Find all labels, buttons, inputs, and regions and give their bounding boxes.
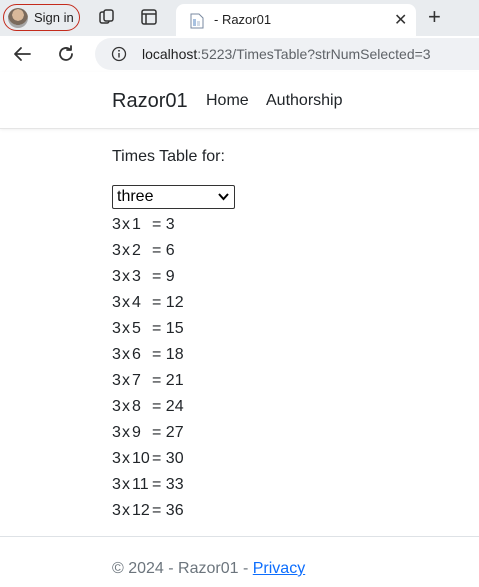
site-brand-link[interactable]: Razor01 — [112, 90, 188, 113]
multiplier: 12 — [132, 502, 150, 519]
browser-tab-bar: Sign in - Razor01 ✕ + — [0, 0, 479, 36]
table-row: 3 x 3 = 9 — [112, 267, 232, 293]
avatar — [8, 7, 28, 28]
table-row: 3 x 2 = 6 — [112, 241, 232, 267]
footer-copyright: © 2024 - Razor01 - Privacy — [112, 560, 305, 578]
chevron-down-icon — [218, 193, 229, 201]
table-row: 3 x 5 = 15 — [112, 319, 232, 345]
multiplicand: 3 — [112, 216, 121, 233]
number-select[interactable]: three — [112, 185, 235, 209]
multiplicand: 3 — [112, 502, 121, 519]
times-sign: x — [122, 216, 130, 233]
multiplicand: 3 — [112, 398, 121, 415]
tab-actions-icon[interactable] — [140, 8, 158, 26]
times-sign: x — [122, 372, 130, 389]
profile-sign-in-button[interactable]: Sign in — [3, 4, 80, 31]
table-row: 3 x 7 = 21 — [112, 371, 232, 397]
table-row: 3 x 12 = 36 — [112, 501, 232, 527]
product: = 30 — [152, 450, 184, 467]
times-sign: x — [122, 294, 130, 311]
multiplicand: 3 — [112, 346, 121, 363]
table-row: 3 x 8 = 24 — [112, 397, 232, 423]
product: = 24 — [152, 398, 184, 415]
nav-authorship-link[interactable]: Authorship — [266, 92, 343, 110]
multiplier: 5 — [132, 320, 141, 337]
multiplier: 11 — [132, 476, 149, 493]
multiplier: 8 — [132, 398, 141, 415]
multiplicand: 3 — [112, 268, 121, 285]
times-sign: x — [122, 242, 130, 259]
privacy-link[interactable]: Privacy — [253, 560, 305, 577]
multiplicand: 3 — [112, 424, 121, 441]
multiplier: 3 — [132, 268, 141, 285]
table-row: 3 x 11 = 33 — [112, 475, 232, 501]
workspaces-icon[interactable] — [98, 8, 116, 26]
address-bar[interactable]: localhost:5223/TimesTable?strNumSelected… — [95, 38, 479, 70]
page-heading: Times Table for: — [112, 148, 225, 165]
product: = 36 — [152, 502, 184, 519]
multiplier: 10 — [132, 450, 150, 467]
site-info-icon[interactable] — [111, 46, 127, 62]
url-text[interactable]: localhost:5223/TimesTable?strNumSelected… — [142, 46, 431, 62]
multiplicand: 3 — [112, 450, 121, 467]
url-host: localhost — [142, 46, 198, 62]
table-row: 3 x 10 = 30 — [112, 449, 232, 475]
multiplier: 1 — [132, 216, 141, 233]
product: = 9 — [152, 268, 175, 285]
product: = 21 — [152, 372, 184, 389]
tab-razor01[interactable]: - Razor01 ✕ — [176, 4, 416, 36]
tab-title: - Razor01 — [214, 12, 272, 27]
times-sign: x — [122, 268, 130, 285]
times-sign: x — [122, 476, 130, 493]
back-icon[interactable] — [11, 43, 33, 65]
page-favicon-icon — [190, 13, 204, 29]
reload-icon[interactable] — [55, 43, 77, 65]
multiplier: 2 — [132, 242, 141, 259]
table-row: 3 x 1 = 3 — [112, 215, 232, 241]
product: = 18 — [152, 346, 184, 363]
product: = 6 — [152, 242, 175, 259]
times-sign: x — [122, 502, 130, 519]
product: = 12 — [152, 294, 184, 311]
site-footer: © 2024 - Razor01 - Privacy — [0, 536, 479, 587]
product: = 33 — [152, 476, 184, 493]
table-row: 3 x 6 = 18 — [112, 345, 232, 371]
table-row: 3 x 4 = 12 — [112, 293, 232, 319]
footer-copyright-text: © 2024 - Razor01 - — [112, 560, 253, 577]
tab-close-icon[interactable]: ✕ — [394, 10, 407, 30]
product: = 27 — [152, 424, 184, 441]
times-sign: x — [122, 424, 130, 441]
url-path: :5223/TimesTable?strNumSelected=3 — [197, 46, 431, 62]
table-row: 3 x 9 = 27 — [112, 423, 232, 449]
multiplicand: 3 — [112, 294, 121, 311]
times-sign: x — [122, 450, 130, 467]
nav-home-link[interactable]: Home — [206, 92, 249, 110]
browser-toolbar: localhost:5223/TimesTable?strNumSelected… — [0, 36, 479, 72]
multiplicand: 3 — [112, 320, 121, 337]
site-navbar: Razor01 Home Authorship — [0, 72, 479, 129]
times-sign: x — [122, 398, 130, 415]
times-table: 3 x 1 = 3 3 x 2 = 6 3 x 3 = 9 3 x 4 = 12 3 x 5 = 15 3 x 6 = 18 3… — [112, 215, 232, 527]
product: = 15 — [152, 320, 184, 337]
page-content: Razor01 Home Authorship Times Table for:… — [0, 72, 479, 583]
new-tab-icon[interactable]: + — [428, 6, 441, 28]
number-select-value: three — [117, 188, 154, 205]
multiplier: 7 — [132, 372, 141, 389]
product: = 3 — [152, 216, 175, 233]
profile-sign-in-label: Sign in — [34, 10, 74, 25]
times-sign: x — [122, 320, 130, 337]
multiplier: 4 — [132, 294, 141, 311]
multiplicand: 3 — [112, 476, 121, 493]
multiplicand: 3 — [112, 372, 121, 389]
times-sign: x — [122, 346, 130, 363]
multiplicand: 3 — [112, 242, 121, 259]
multiplier: 9 — [132, 424, 141, 441]
multiplier: 6 — [132, 346, 141, 363]
